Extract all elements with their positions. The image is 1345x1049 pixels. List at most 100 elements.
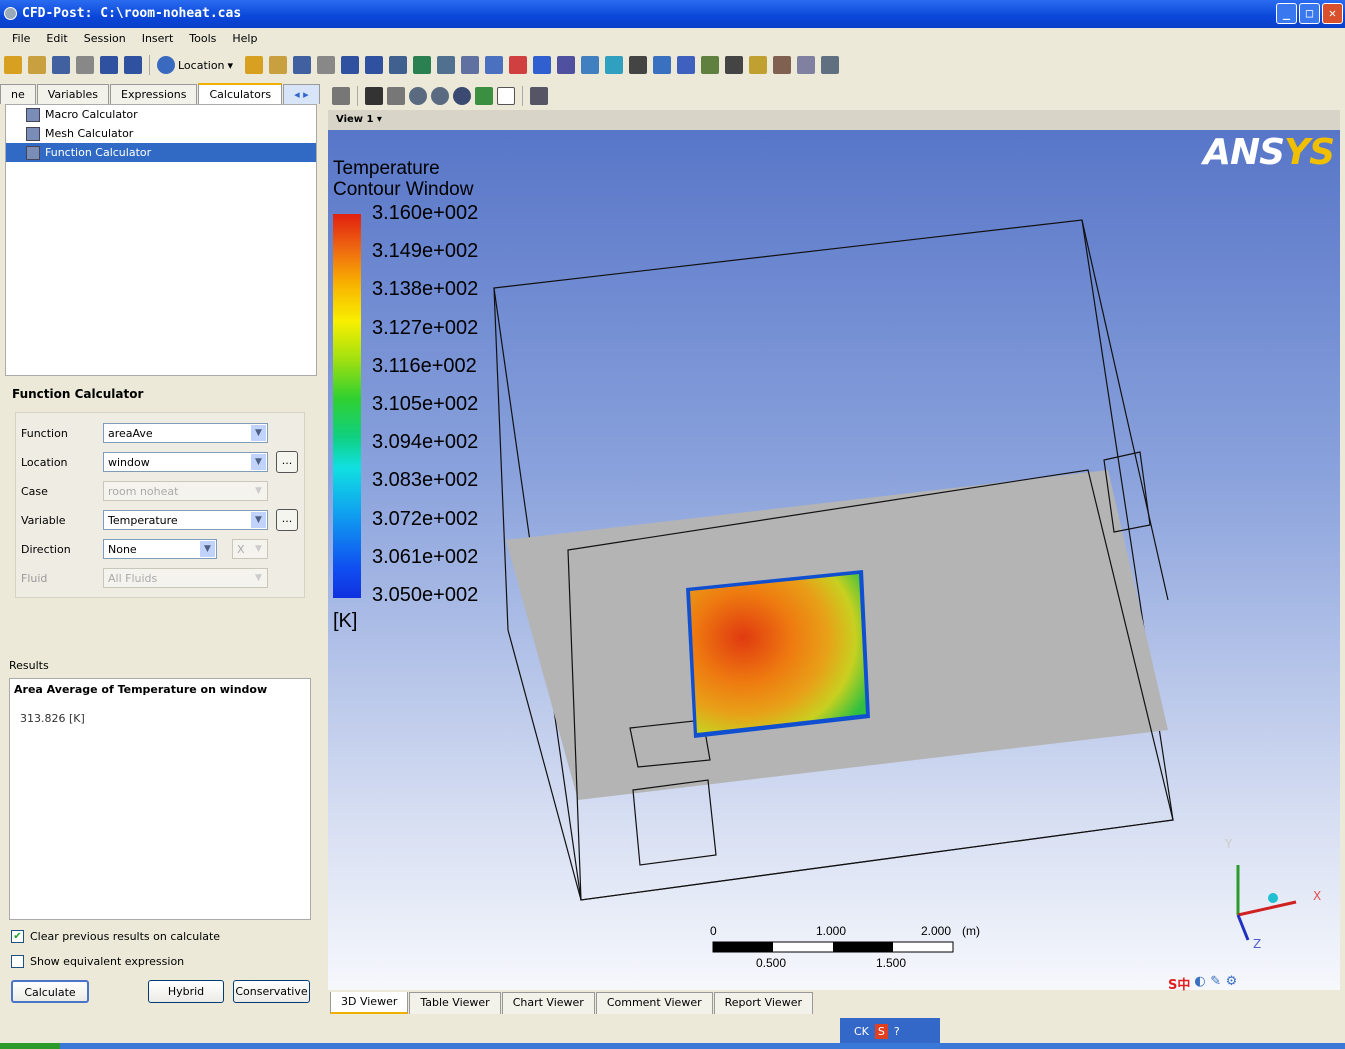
tree-item-function-calculator[interactable]: Function Calculator (6, 143, 316, 162)
text-icon[interactable] (605, 56, 624, 74)
location-field-label: Location (21, 455, 68, 469)
legend-icon[interactable] (629, 56, 648, 74)
surface-icon[interactable] (389, 56, 408, 74)
scale-label: 0.500 (756, 956, 787, 970)
ime-bar[interactable]: CK S? (840, 1018, 940, 1044)
tab-3d-viewer[interactable]: 3D Viewer (330, 992, 409, 1014)
tab-table-viewer[interactable]: Table Viewer (409, 992, 501, 1014)
plane-icon[interactable] (437, 56, 456, 74)
menu-file[interactable]: File (4, 28, 38, 50)
zoom-icon[interactable] (409, 87, 427, 105)
comment-icon[interactable] (677, 56, 696, 74)
tree-item-mesh-calculator[interactable]: Mesh Calculator (6, 124, 316, 143)
pan-icon[interactable] (387, 87, 405, 105)
new-file-icon[interactable] (4, 56, 22, 74)
calculate-button[interactable]: Calculate (11, 980, 89, 1003)
window-temperature-contour (690, 574, 866, 733)
tab-expressions[interactable]: Expressions (110, 84, 198, 104)
viewport-layout-icon[interactable] (497, 87, 515, 105)
chart-icon[interactable] (581, 56, 600, 74)
undo-icon[interactable] (100, 56, 118, 74)
tab-comment-viewer[interactable]: Comment Viewer (595, 992, 713, 1014)
maximize-button[interactable]: □ (1299, 3, 1320, 24)
polyline-icon[interactable] (413, 56, 432, 74)
tab-variables[interactable]: Variables (36, 84, 110, 104)
menu-tools[interactable]: Tools (181, 28, 224, 50)
tab-chart-viewer[interactable]: Chart Viewer (501, 992, 595, 1014)
clock-icon[interactable] (653, 56, 672, 74)
sogou-icon: S (874, 1023, 888, 1039)
menu-session[interactable]: Session (76, 28, 134, 50)
ime-toolbar[interactable]: S中 ◐ ✎ ⚙ (1168, 974, 1237, 993)
show-expression-checkbox[interactable]: Show equivalent expression (11, 955, 184, 968)
tree-item-macro-calculator[interactable]: Macro Calculator (6, 105, 316, 124)
hybrid-button[interactable]: Hybrid (148, 980, 224, 1003)
table-icon[interactable] (557, 56, 576, 74)
checkbox-checked[interactable]: ✔ (11, 930, 24, 943)
variable-icon[interactable] (509, 56, 528, 74)
conservative-button[interactable]: Conservative (233, 980, 310, 1003)
redo-icon[interactable] (124, 56, 142, 74)
variable-select[interactable]: Temperature ▼ (103, 510, 268, 530)
load-state-icon[interactable] (28, 56, 46, 74)
close-button[interactable]: ✕ (1322, 3, 1343, 24)
function-select[interactable]: areaAve ▼ (103, 423, 268, 443)
volume-rendering-icon[interactable] (341, 56, 360, 74)
sphere-icon[interactable] (485, 56, 504, 74)
tab-outline[interactable]: ne (0, 84, 36, 104)
ime-tools-icon: ◐ ✎ ⚙ (1194, 974, 1238, 989)
direction-select[interactable]: None ▼ (103, 539, 217, 559)
print-icon[interactable] (76, 56, 94, 74)
animation-icon[interactable] (749, 56, 768, 74)
streamline-icon[interactable] (293, 56, 312, 74)
highlight-icon[interactable] (475, 87, 493, 105)
clear-previous-checkbox[interactable]: ✔ Clear previous results on calculate (11, 930, 220, 943)
viewer-toolbar (332, 84, 548, 108)
function-value: areaAve (108, 427, 153, 440)
view-selector[interactable]: View 1 ▾ (328, 110, 1340, 130)
calculator-icon[interactable] (797, 56, 816, 74)
tab-report-viewer[interactable]: Report Viewer (713, 992, 813, 1014)
variable-more-button[interactable]: ... (276, 509, 298, 531)
macro-calculator-icon (26, 107, 40, 122)
title-bar: CFD-Post: C:\room-noheat.cas _ □ ✕ (0, 0, 1345, 28)
menu-edit[interactable]: Edit (38, 28, 75, 50)
location-value: window (108, 456, 150, 469)
ime-label: CK (854, 1024, 869, 1038)
point-icon[interactable] (461, 56, 480, 74)
checkbox-unchecked[interactable] (11, 955, 24, 968)
contour-icon[interactable] (269, 56, 288, 74)
menu-insert[interactable]: Insert (134, 28, 182, 50)
fluid-select: All Fluids ▼ (103, 568, 268, 588)
chevron-down-icon[interactable]: ▾ (228, 59, 234, 72)
zoom-fit-icon[interactable] (453, 87, 471, 105)
tool-icon[interactable] (821, 56, 840, 74)
save-state-icon[interactable] (52, 56, 70, 74)
tab-scroll-arrows[interactable]: ◂ ▸ (283, 84, 320, 104)
location-button[interactable]: Location ▾ (157, 56, 233, 74)
isosurface-icon[interactable] (365, 56, 384, 74)
scale-bar (712, 941, 954, 953)
vector-icon[interactable] (245, 56, 264, 74)
taskbar: CK S? (0, 1016, 1345, 1049)
results-box[interactable]: Area Average of Temperature on window 31… (9, 678, 311, 920)
chevron-down-icon: ▼ (251, 512, 266, 528)
minimize-button[interactable]: _ (1276, 3, 1297, 24)
report-icon[interactable] (773, 56, 792, 74)
case-select: room noheat ▼ (103, 481, 268, 501)
menu-help[interactable]: Help (224, 28, 265, 50)
tab-calculators[interactable]: Calculators (198, 83, 283, 104)
coordinate-frame-icon[interactable] (701, 56, 720, 74)
expression-icon[interactable] (533, 56, 552, 74)
sync-views-icon[interactable] (530, 87, 548, 105)
rotate-icon[interactable] (365, 87, 383, 105)
scale-unit: (m) (962, 924, 980, 938)
location-more-button[interactable]: ... (276, 451, 298, 473)
probe-icon[interactable] (725, 56, 744, 74)
3d-viewer[interactable]: ANSYS Temperature Contour Window 3.160e+0… (328, 130, 1340, 990)
location-select[interactable]: window ▼ (103, 452, 268, 472)
select-icon[interactable] (332, 87, 350, 105)
zoom-box-icon[interactable] (431, 87, 449, 105)
particle-track-icon[interactable] (317, 56, 336, 74)
location-icon (157, 56, 175, 74)
